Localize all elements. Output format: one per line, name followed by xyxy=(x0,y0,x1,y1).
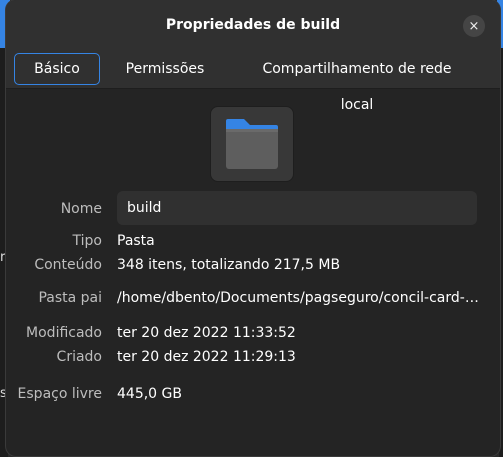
free-space-label: Espaço livre xyxy=(17,386,102,402)
background-text-fragment: r xyxy=(0,250,6,265)
type-label: Tipo xyxy=(72,233,102,249)
modified-label: Modificado xyxy=(26,325,102,341)
modified-value: ter 20 dez 2022 11:33:52 xyxy=(117,325,296,341)
folder-icon-tile[interactable] xyxy=(210,106,294,182)
created-label: Criado xyxy=(56,349,102,365)
tab-basic[interactable]: Básico xyxy=(14,53,100,85)
parent-folder-value[interactable]: /home/dbento/Documents/pagseguro/concil-… xyxy=(117,290,479,306)
dialog-titlebar: Propriedades de build × xyxy=(6,0,500,51)
name-field[interactable] xyxy=(117,191,467,225)
close-button[interactable]: × xyxy=(463,15,485,37)
name-label: Nome xyxy=(60,201,102,217)
free-space-value: 445,0 GB xyxy=(117,386,182,402)
dialog-title: Propriedades de build xyxy=(165,17,341,33)
contents-value: 348 itens, totalizando 217,5 MB xyxy=(117,257,341,273)
tab-bar: Básico Permissões Compartilhamento de re… xyxy=(6,51,500,113)
contents-label: Conteúdo xyxy=(34,257,102,273)
type-value: Pasta xyxy=(117,233,155,249)
properties-dialog: Propriedades de build × Básico Permissõe… xyxy=(6,0,500,456)
folder-icon xyxy=(226,119,278,169)
tab-network-sharing[interactable]: Compartilhamento de rede local xyxy=(244,51,470,113)
close-icon: × xyxy=(468,18,480,34)
parent-folder-label: Pasta pai xyxy=(38,290,102,306)
name-field-container xyxy=(117,191,477,225)
tab-permissions[interactable]: Permissões xyxy=(110,51,220,88)
created-value: ter 20 dez 2022 11:29:13 xyxy=(117,349,296,365)
